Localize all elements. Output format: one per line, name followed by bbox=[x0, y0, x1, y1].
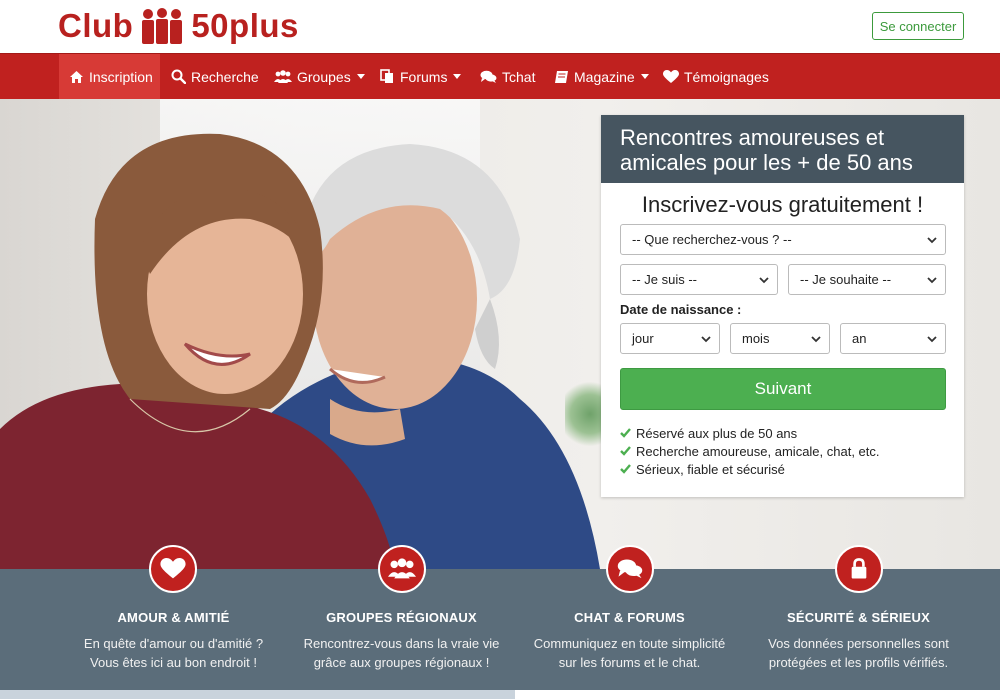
feature-text-line: En quête d'amour ou d'amitié ? bbox=[83, 636, 264, 651]
benefit-text: Sérieux, fiable et sécurisé bbox=[636, 461, 785, 477]
feature-text-groups: Rencontrez-vous dans la vraie vie grâce … bbox=[284, 634, 519, 672]
list-item: Réservé aux plus de 50 ans bbox=[620, 424, 880, 442]
feature-text-line: grâce aux groupes régionaux ! bbox=[313, 655, 490, 670]
check-icon bbox=[620, 464, 631, 474]
login-button[interactable]: Se connecter bbox=[872, 12, 964, 40]
i-am-select[interactable]: -- Je suis -- bbox=[620, 264, 778, 295]
birth-year-select[interactable]: an bbox=[840, 323, 946, 354]
site-logo[interactable]: Club 50plus bbox=[58, 6, 299, 46]
users-icon bbox=[378, 545, 426, 593]
nav-item-forums[interactable]: Forums bbox=[370, 54, 471, 99]
chevron-down-icon bbox=[927, 336, 937, 343]
signup-form-subheading: Inscrivez-vous gratuitement ! bbox=[641, 192, 924, 217]
birthdate-label: Date de naissance : bbox=[620, 302, 742, 317]
feature-text-line: protégées et les profils vérifiés. bbox=[768, 655, 949, 670]
nav-label: Témoignages bbox=[684, 68, 769, 85]
chevron-down-icon bbox=[453, 74, 462, 79]
nav-item-tchat[interactable]: Tchat bbox=[470, 54, 545, 99]
hero-couple-photo bbox=[0, 133, 600, 569]
birth-day-select[interactable]: jour bbox=[620, 323, 720, 354]
signup-form: Rencontres amoureuses et amicales pour l… bbox=[601, 115, 964, 497]
benefit-text: Recherche amoureuse, amicale, chat, etc. bbox=[636, 443, 880, 459]
logo-text-club: Club bbox=[58, 7, 134, 44]
chevron-down-icon bbox=[640, 74, 649, 79]
top-header: Club 50plus Se connecter bbox=[0, 0, 1000, 53]
chevron-down-icon bbox=[927, 237, 937, 244]
heart-icon bbox=[663, 69, 679, 84]
nav-label: Recherche bbox=[191, 68, 259, 85]
nav-item-temoignages[interactable]: Témoignages bbox=[653, 54, 779, 99]
comments-icon bbox=[480, 70, 497, 84]
nav-label: Forums bbox=[400, 68, 448, 85]
list-item: Sérieux, fiable et sécurisé bbox=[620, 460, 880, 478]
chevron-down-icon bbox=[927, 277, 937, 284]
looking-for-select[interactable]: -- Que recherchez-vous ? -- bbox=[620, 224, 946, 255]
signup-form-heading: Rencontres amoureuses et amicales pour l… bbox=[601, 115, 964, 183]
nav-label: Magazine bbox=[574, 68, 635, 85]
i-want-select-value: -- Je souhaite -- bbox=[800, 272, 892, 287]
next-button[interactable]: Suivant bbox=[620, 368, 946, 410]
nav-label: Groupes bbox=[297, 68, 351, 85]
birth-day-select-value: jour bbox=[632, 331, 654, 346]
feature-text-chat: Communiquez en toute simplicité sur les … bbox=[512, 634, 747, 672]
main-nav: Inscription Recherche Groupes Forums Tch… bbox=[0, 53, 1000, 99]
list-item: Recherche amoureuse, amicale, chat, etc. bbox=[620, 442, 880, 460]
feature-text-line: Rencontrez-vous dans la vraie vie bbox=[303, 636, 500, 651]
nav-item-magazine[interactable]: Magazine bbox=[544, 54, 659, 99]
book-icon bbox=[554, 70, 569, 84]
nav-item-inscription[interactable]: Inscription bbox=[59, 54, 160, 99]
feature-text-line: sur les forums et le chat. bbox=[558, 655, 701, 670]
comments-icon bbox=[606, 545, 654, 593]
benefits-list: Réservé aux plus de 50 ans Recherche amo… bbox=[620, 424, 880, 478]
i-am-select-value: -- Je suis -- bbox=[632, 272, 697, 287]
chevron-down-icon bbox=[811, 336, 821, 343]
looking-for-select-value: -- Que recherchez-vous ? -- bbox=[632, 232, 792, 247]
birth-year-select-value: an bbox=[852, 331, 867, 346]
feature-title-groups: GROUPES RÉGIONAUX bbox=[326, 610, 477, 625]
chevron-down-icon bbox=[356, 74, 365, 79]
logo-text-50plus: 50plus bbox=[191, 7, 299, 44]
check-icon bbox=[620, 446, 631, 456]
feature-text-line: Communiquez en toute simplicité bbox=[533, 636, 726, 651]
bottom-section-edge bbox=[515, 690, 1000, 699]
feature-text-security: Vos données personnelles sont protégées … bbox=[741, 634, 976, 672]
nav-label: Inscription bbox=[89, 68, 153, 85]
feature-title-love: AMOUR & AMITIÉ bbox=[117, 610, 230, 625]
birth-month-select[interactable]: mois bbox=[730, 323, 830, 354]
home-icon bbox=[69, 70, 84, 84]
nav-item-groupes[interactable]: Groupes bbox=[264, 54, 375, 99]
birth-month-select-value: mois bbox=[742, 331, 770, 346]
feature-title-security: SÉCURITÉ & SÉRIEUX bbox=[786, 610, 930, 625]
feature-text-love: En quête d'amour ou d'amitié ? Vous êtes… bbox=[56, 634, 291, 672]
search-icon bbox=[171, 69, 186, 84]
chevron-down-icon bbox=[759, 277, 769, 284]
feature-title-chat: CHAT & FORUMS bbox=[574, 610, 685, 625]
check-icon bbox=[620, 428, 631, 438]
chevron-down-icon bbox=[701, 336, 711, 343]
feature-text-line: Vous êtes ici au bon endroit ! bbox=[90, 655, 257, 670]
nav-label: Tchat bbox=[502, 68, 536, 85]
feature-text-line: Vos données personnelles sont bbox=[768, 636, 949, 651]
benefit-text: Réservé aux plus de 50 ans bbox=[636, 425, 798, 441]
people-logo-icon bbox=[141, 8, 183, 44]
bottom-section-edge bbox=[0, 690, 515, 699]
users-icon bbox=[274, 69, 292, 84]
lock-icon bbox=[835, 545, 883, 593]
heart-icon bbox=[149, 545, 197, 593]
copy-icon bbox=[380, 69, 395, 84]
nav-item-recherche[interactable]: Recherche bbox=[161, 54, 269, 99]
i-want-select[interactable]: -- Je souhaite -- bbox=[788, 264, 946, 295]
